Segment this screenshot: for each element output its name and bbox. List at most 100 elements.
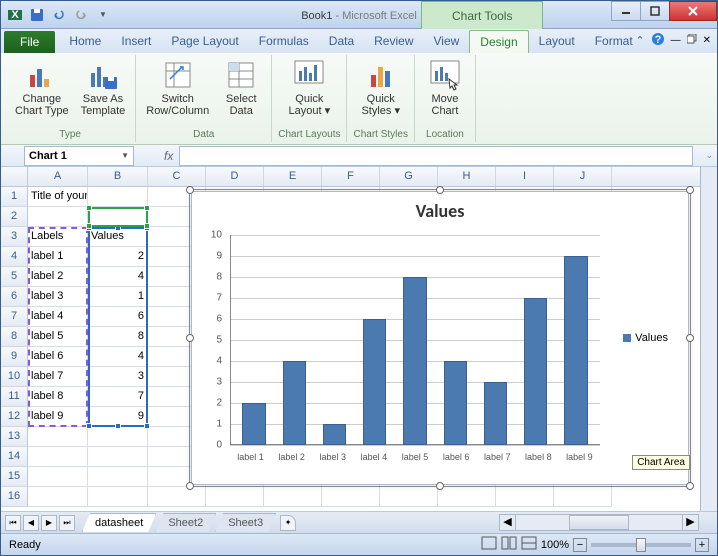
row-header-16[interactable]: 16 <box>1 487 28 507</box>
select-all-corner[interactable] <box>1 167 28 186</box>
view-normal-icon[interactable] <box>481 536 497 553</box>
cell-D16[interactable] <box>206 487 264 507</box>
cell-B8[interactable]: 8 <box>88 327 148 347</box>
bar-label-2[interactable] <box>283 361 306 445</box>
ribbon-button-switch-row/column[interactable]: SwitchRow/Column <box>142 57 213 127</box>
cell-A12[interactable]: label 9 <box>28 407 88 427</box>
row-header-1[interactable]: 1 <box>1 187 28 207</box>
tab-nav-prev[interactable]: ◀ <box>23 515 39 531</box>
row-header-4[interactable]: 4 <box>1 247 28 267</box>
ribbon-tab-data[interactable]: Data <box>319 30 364 53</box>
row-header-2[interactable]: 2 <box>1 207 28 227</box>
zoom-out-button[interactable]: − <box>573 538 587 552</box>
row-header-3[interactable]: 3 <box>1 227 28 247</box>
file-tab[interactable]: File <box>4 31 55 53</box>
row-header-8[interactable]: 8 <box>1 327 28 347</box>
bar-label-6[interactable] <box>444 361 467 445</box>
cell-A9[interactable]: label 6 <box>28 347 88 367</box>
row-header-14[interactable]: 14 <box>1 447 28 467</box>
row-header-9[interactable]: 9 <box>1 347 28 367</box>
excel-icon[interactable]: X <box>5 5 25 25</box>
ribbon-tab-insert[interactable]: Insert <box>111 30 161 53</box>
vertical-scrollbar[interactable] <box>700 167 717 513</box>
tab-nav-next[interactable]: ▶ <box>41 515 57 531</box>
redo-icon[interactable] <box>71 5 91 25</box>
cell-B16[interactable] <box>88 487 148 507</box>
view-layout-icon[interactable] <box>501 536 517 553</box>
row-header-5[interactable]: 5 <box>1 267 28 287</box>
column-header-J[interactable]: J <box>554 167 612 186</box>
ribbon-button-quick-styles[interactable]: QuickStyles ▾ <box>357 57 405 127</box>
column-header-B[interactable]: B <box>88 167 148 186</box>
cell-A6[interactable]: label 3 <box>28 287 88 307</box>
cell-B11[interactable]: 7 <box>88 387 148 407</box>
column-header-C[interactable]: C <box>148 167 206 186</box>
cell-F16[interactable] <box>322 487 380 507</box>
cell-A14[interactable] <box>28 447 88 467</box>
cell-A3[interactable]: Labels <box>28 227 88 247</box>
cell-A7[interactable]: label 4 <box>28 307 88 327</box>
row-header-10[interactable]: 10 <box>1 367 28 387</box>
cell-H16[interactable] <box>438 487 496 507</box>
formula-expand-icon[interactable]: ⌄ <box>705 150 717 161</box>
cell-A15[interactable] <box>28 467 88 487</box>
cell-B3[interactable]: Values <box>88 227 148 247</box>
cell-B2[interactable] <box>88 207 148 227</box>
column-header-F[interactable]: F <box>322 167 380 186</box>
sheet-tab-sheet2[interactable]: Sheet2 <box>155 513 216 532</box>
chart-legend[interactable]: Values <box>623 332 668 344</box>
cell-J16[interactable] <box>554 487 612 507</box>
ribbon-tab-formulas[interactable]: Formulas <box>249 30 319 53</box>
fx-icon[interactable]: fx <box>164 149 173 163</box>
cell-E16[interactable] <box>264 487 322 507</box>
tab-nav-last[interactable]: ⏭ <box>59 515 75 531</box>
row-header-7[interactable]: 7 <box>1 307 28 327</box>
cell-A2[interactable] <box>28 207 88 227</box>
cell-A10[interactable]: label 7 <box>28 367 88 387</box>
column-header-G[interactable]: G <box>380 167 438 186</box>
ribbon-tab-format[interactable]: Format <box>585 30 643 53</box>
cell-B6[interactable]: 1 <box>88 287 148 307</box>
column-header-A[interactable]: A <box>28 167 88 186</box>
row-header-15[interactable]: 15 <box>1 467 28 487</box>
cell-A11[interactable]: label 8 <box>28 387 88 407</box>
ribbon-tab-design[interactable]: Design <box>469 30 528 53</box>
cell-B12[interactable]: 9 <box>88 407 148 427</box>
sheet-tab-sheet3[interactable]: Sheet3 <box>215 513 276 532</box>
embedded-chart[interactable]: Values 012345678910 label 1label 2label … <box>191 191 689 485</box>
new-sheet-button[interactable]: ✦ <box>280 515 296 531</box>
cell-B9[interactable]: 4 <box>88 347 148 367</box>
chart-title[interactable]: Values <box>200 200 680 222</box>
row-header-11[interactable]: 11 <box>1 387 28 407</box>
save-icon[interactable] <box>27 5 47 25</box>
cell-I16[interactable] <box>496 487 554 507</box>
workbook-minimize-icon[interactable]: — <box>671 35 681 46</box>
ribbon-tab-view[interactable]: View <box>424 30 470 53</box>
chart-plot-area[interactable] <box>230 235 600 445</box>
cell-A4[interactable]: label 1 <box>28 247 88 267</box>
zoom-slider[interactable] <box>591 543 691 547</box>
column-header-D[interactable]: D <box>206 167 264 186</box>
ribbon-button-change-chart-type[interactable]: ChangeChart Type <box>11 57 73 127</box>
cell-B4[interactable]: 2 <box>88 247 148 267</box>
close-button[interactable] <box>669 1 717 21</box>
bar-label-5[interactable] <box>403 277 426 445</box>
row-header-12[interactable]: 12 <box>1 407 28 427</box>
bar-label-7[interactable] <box>484 382 507 445</box>
ribbon-tab-layout[interactable]: Layout <box>529 30 585 53</box>
ribbon-tab-review[interactable]: Review <box>364 30 423 53</box>
cell-G16[interactable] <box>380 487 438 507</box>
workbook-restore-icon[interactable] <box>687 34 697 47</box>
bar-label-1[interactable] <box>242 403 265 445</box>
horizontal-scrollbar[interactable]: ◀ ▶ <box>499 514 699 531</box>
view-pagebreak-icon[interactable] <box>521 536 537 553</box>
row-header-13[interactable]: 13 <box>1 427 28 447</box>
help-icon[interactable]: ? <box>651 32 665 49</box>
sheet-tab-datasheet[interactable]: datasheet <box>82 513 156 532</box>
cell-B15[interactable] <box>88 467 148 487</box>
zoom-in-button[interactable]: + <box>695 538 709 552</box>
cell-B10[interactable]: 3 <box>88 367 148 387</box>
ribbon-button-select-data[interactable]: SelectData <box>217 57 265 127</box>
minimize-button[interactable] <box>611 1 641 21</box>
ribbon-button-save-as-template[interactable]: Save AsTemplate <box>77 57 130 127</box>
